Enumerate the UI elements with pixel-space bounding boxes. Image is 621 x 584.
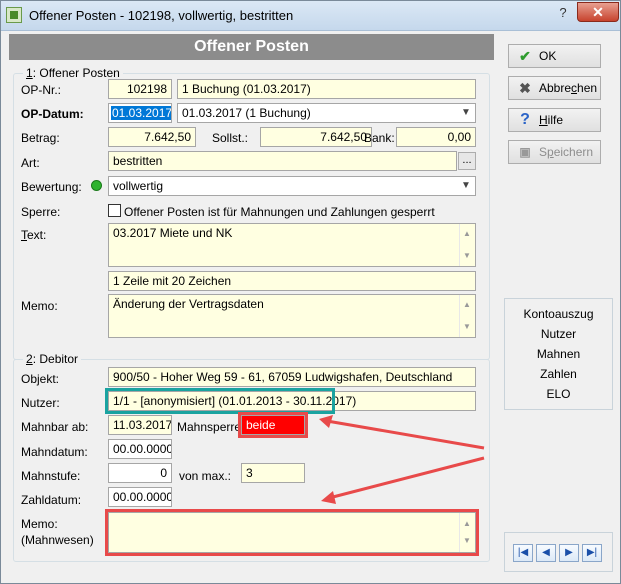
window-title: Offener Posten - 102198, vollwertig, bes… [29,8,294,23]
dialog-window: Offener Posten - 102198, vollwertig, bes… [0,0,621,584]
op-nr-field[interactable]: 102198 [108,79,172,99]
annotation-arrow-mahnsperre [319,413,489,453]
sperre-checkbox-label: Offener Posten ist für Mahnungen und Zah… [124,205,435,219]
mahnbar-field[interactable]: 11.03.2017 [108,415,172,435]
vonmax-field[interactable]: 3 [241,463,305,483]
vonmax-label: von max.: [179,469,232,483]
first-record-button[interactable]: |◀ [513,544,533,562]
link-mahnen[interactable]: Mahnen [505,347,612,361]
status-dot-icon [91,180,102,191]
mahnstufe-field[interactable]: 0 [108,463,172,483]
sperre-checkbox[interactable] [108,204,121,217]
help-icon[interactable]: ? [551,4,575,22]
cross-icon: ✖ [519,80,531,96]
mahndatum-field[interactable]: 00.00.0000 [108,439,172,459]
op-nr-label: OP-Nr.: [21,83,62,97]
floppy-disk-icon: ▣ [519,145,531,159]
chevron-down-icon: ▼ [461,180,471,191]
mahnstufe-label: Mahnstufe: [21,469,81,483]
mahndatum-label: Mahndatum: [21,445,88,459]
mahnbar-label: Mahnbar ab: [21,420,89,434]
op-datum-label: OP-Datum: [21,107,84,121]
nav-group: |◀ ◀ ▶ ▶| [504,532,613,572]
memo-field[interactable]: Änderung der Vertragsdaten ▲ ▼ [108,294,476,338]
link-zahlen[interactable]: Zahlen [505,367,612,381]
link-nutzer[interactable]: Nutzer [505,327,612,341]
op-nr-description: 1 Buchung (01.03.2017) [177,79,476,99]
title-bar: Offener Posten - 102198, vollwertig, bes… [1,1,620,31]
question-icon: ? [520,111,530,128]
annotation-arrow-memo [319,453,489,508]
zahldatum-label: Zahldatum: [21,493,82,507]
cancel-button[interactable]: ✖ Abbrechen [508,76,601,100]
text-info-field: 1 Zeile mit 20 Zeichen [108,271,476,291]
app-icon [6,7,22,23]
art-label: Art: [21,156,40,170]
mahnsperre-label: Mahnsperre: [177,420,245,434]
text-label: Text: [21,228,47,242]
link-kontoauszug[interactable]: Kontoauszug [505,307,612,321]
nutzer-label: Nutzer: [21,396,60,410]
text-field[interactable]: 03.2017 Miete und NK ▲ ▼ [108,223,476,267]
ok-button[interactable]: ✔ OK [508,44,601,68]
help-button[interactable]: ? Hilfe [508,108,601,132]
last-record-button[interactable]: ▶| [582,544,602,562]
sollst-label: Sollst.: [212,131,249,145]
bank-field[interactable]: 0,00 [396,127,476,147]
link-elo[interactable]: ELO [505,387,612,401]
art-browse-button[interactable]: ... [458,152,476,170]
sollst-field[interactable]: 7.642,50 [260,127,372,147]
mahnsperre-highlight [238,412,308,438]
betrag-label: Betrag: [21,131,60,145]
art-field[interactable]: bestritten [108,151,457,171]
sperre-label: Sperre: [21,205,61,219]
chevron-down-icon: ▼ [461,107,471,118]
memo-mahnwesen-label: Memo: (Mahnwesen) [21,517,94,547]
op-datum-field[interactable]: 01.03.2017 [108,103,172,123]
memo-label: Memo: [21,299,58,313]
group-legend-offener-posten: 1: Offener Posten [23,66,123,80]
zahldatum-field[interactable]: 00.00.0000 [108,487,172,507]
memo-mahnwesen-highlight [105,509,479,556]
objekt-field[interactable]: 900/50 - Hoher Weg 59 - 61, 67059 Ludwig… [108,367,476,387]
objekt-label: Objekt: [21,372,60,386]
nutzer-highlight [105,388,335,414]
group-legend-debitor: 2: Debitor [23,352,82,366]
betrag-field[interactable]: 7.642,50 [108,127,196,147]
bewertung-select[interactable]: vollwertig ▼ [108,176,476,196]
bank-label: Bank: [364,131,395,145]
prev-record-button[interactable]: ◀ [536,544,556,562]
save-button[interactable]: ▣ Speichern [508,140,601,164]
memo-scrollbar[interactable]: ▲ ▼ [459,295,475,337]
next-record-button[interactable]: ▶ [559,544,579,562]
checkmark-icon: ✔ [519,48,531,64]
side-links-group: Kontoauszug Nutzer Mahnen Zahlen ELO [504,298,613,410]
panel-header: Offener Posten [9,34,494,60]
close-button[interactable]: ✕ [577,2,619,22]
op-datum-select[interactable]: 01.03.2017 (1 Buchung) ▼ [177,103,476,123]
bewertung-label: Bewertung: [21,180,82,194]
text-scrollbar[interactable]: ▲ ▼ [459,224,475,266]
